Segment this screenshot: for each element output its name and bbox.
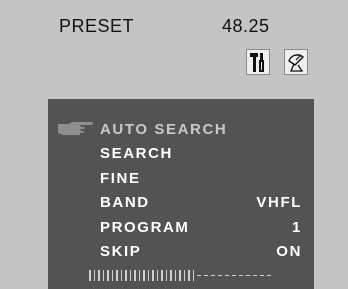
- signal-meter-empty-segment: [211, 274, 215, 277]
- signal-meter-tick: [161, 270, 163, 281]
- signal-meter-empty-segment: [253, 274, 257, 277]
- signal-meter-tick: [125, 270, 127, 281]
- preset-value: 48.25: [222, 16, 270, 36]
- signal-meter-tick: [147, 270, 149, 281]
- satellite-dish-icon[interactable]: [284, 49, 308, 75]
- signal-meter-empty-segment: [260, 274, 264, 277]
- signal-meter-empty-segment: [218, 274, 222, 277]
- pointing-hand-icon: [56, 121, 94, 137]
- signal-meter-empty-segment: [197, 274, 201, 277]
- signal-meter-tick: [107, 270, 109, 281]
- signal-meter-tick: [129, 270, 131, 281]
- preset-label: PRESET: [59, 16, 135, 36]
- menu-item-band[interactable]: BAND VHFL: [100, 191, 302, 213]
- signal-meter-tick: [116, 270, 118, 281]
- signal-meter-empty-segment: [225, 274, 229, 277]
- signal-meter-empty-segment: [239, 274, 243, 277]
- hammer-screwdriver-icon[interactable]: [246, 49, 270, 75]
- menu-item-search[interactable]: SEARCH: [100, 142, 302, 164]
- menu-item-value: 1: [292, 218, 302, 236]
- signal-meter-tick: [98, 270, 100, 281]
- signal-meter-tick: [174, 270, 176, 281]
- signal-meter-tick: [134, 270, 136, 281]
- signal-meter-empty-segment: [246, 274, 250, 277]
- osd-menu-panel: AUTO SEARCH SEARCH FINE BAND VHFL PROGRA…: [48, 99, 314, 289]
- menu-item-value: VHFL: [256, 193, 302, 211]
- signal-meter-tick: [165, 270, 167, 281]
- signal-meter-tick: [192, 270, 194, 281]
- menu-item-label: SEARCH: [100, 144, 173, 162]
- menu-item-program[interactable]: PROGRAM 1: [100, 216, 302, 238]
- menu-item-label: PROGRAM: [100, 218, 190, 236]
- signal-meter-tick: [111, 270, 113, 281]
- menu-item-value: ON: [276, 242, 302, 260]
- signal-meter-tick: [143, 270, 145, 281]
- signal-meter-tick: [120, 270, 122, 281]
- menu-item-fine[interactable]: FINE: [100, 167, 302, 189]
- signal-meter-tick: [138, 270, 140, 281]
- menu-item-label: SKIP: [100, 242, 142, 260]
- signal-meter-tick: [179, 270, 181, 281]
- signal-meter-tick: [89, 270, 91, 281]
- menu-item-label: AUTO SEARCH: [100, 120, 228, 138]
- menu-item-label: FINE: [100, 169, 141, 187]
- signal-meter-empty-segment: [232, 274, 236, 277]
- signal-strength-meter: [89, 269, 291, 282]
- menu-item-label: BAND: [100, 193, 150, 211]
- menu-item-auto-search[interactable]: AUTO SEARCH: [100, 118, 302, 140]
- signal-meter-tick: [156, 270, 158, 281]
- signal-meter-tick: [152, 270, 154, 281]
- signal-meter-empty-segment: [267, 274, 271, 277]
- signal-meter-tick: [102, 270, 104, 281]
- signal-meter-tick: [93, 270, 95, 281]
- signal-meter-empty-segment: [204, 274, 208, 277]
- signal-meter-tick: [183, 270, 185, 281]
- signal-meter-tick: [188, 270, 190, 281]
- signal-meter-tick: [170, 270, 172, 281]
- menu-item-skip[interactable]: SKIP ON: [100, 240, 302, 262]
